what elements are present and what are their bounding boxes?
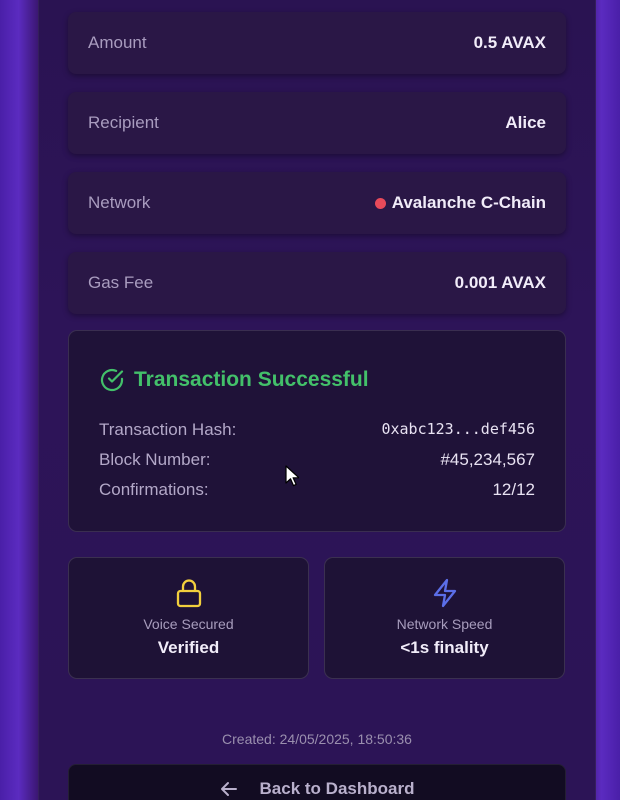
confirmations-value: 12/12 (492, 480, 535, 499)
back-to-dashboard-button[interactable]: Back to Dashboard (68, 764, 566, 800)
block-label: Block Number: (99, 450, 211, 469)
network-label: Network (88, 193, 151, 212)
hash-row: Transaction Hash: 0xabc123...def456 (99, 420, 535, 440)
network-speed-value: <1s finality (400, 638, 489, 657)
gas-fee-label: Gas Fee (88, 273, 154, 292)
block-value: #45,234,567 (440, 450, 535, 469)
network-value: Avalanche C-Chain (391, 193, 546, 212)
lightning-icon-wrap (325, 578, 564, 608)
voice-secured-card: Voice Secured Verified (68, 557, 309, 679)
recipient-value: Alice (505, 113, 546, 132)
recipient-label: Recipient (88, 113, 159, 132)
arrow-left-icon (220, 782, 237, 796)
lightning-icon (433, 578, 456, 608)
network-value-wrap: Avalanche C-Chain (374, 193, 546, 213)
network-speed-caption: Network Speed (396, 616, 493, 632)
amount-row: Amount 0.5 AVAX (68, 12, 566, 74)
created-timestamp: Created: 24/05/2025, 18:50:36 (222, 731, 412, 747)
recipient-row: Recipient Alice (68, 92, 566, 154)
lock-icon-wrap (69, 578, 308, 608)
mouse-cursor-icon (285, 465, 299, 487)
network-status-dot (374, 197, 386, 209)
gas-fee-row: Gas Fee 0.001 AVAX (68, 252, 566, 314)
voice-secured-value: Verified (157, 638, 220, 657)
network-speed-card: Network Speed <1s finality (324, 557, 565, 679)
status-heading: Transaction Successful (99, 367, 369, 393)
gas-fee-value: 0.001 AVAX (454, 273, 546, 292)
hash-label: Transaction Hash: (99, 420, 237, 439)
block-row: Block Number: #45,234,567 (99, 450, 535, 470)
lock-icon (176, 579, 201, 608)
amount-value: 0.5 AVAX (473, 33, 546, 52)
voice-secured-caption: Voice Secured (143, 616, 234, 632)
confirmations-label: Confirmations: (99, 480, 209, 499)
check-circle-icon (100, 368, 124, 392)
network-row: Network Avalanche C-Chain (68, 172, 566, 234)
back-button-label: Back to Dashboard (259, 779, 415, 798)
confirmations-row: Confirmations: 12/12 (99, 480, 535, 500)
transaction-status-card: Transaction Successful Transaction Hash:… (68, 330, 566, 532)
hash-value[interactable]: 0xabc123...def456 (381, 420, 535, 440)
status-title: Transaction Successful (134, 368, 369, 391)
amount-label: Amount (88, 33, 147, 52)
